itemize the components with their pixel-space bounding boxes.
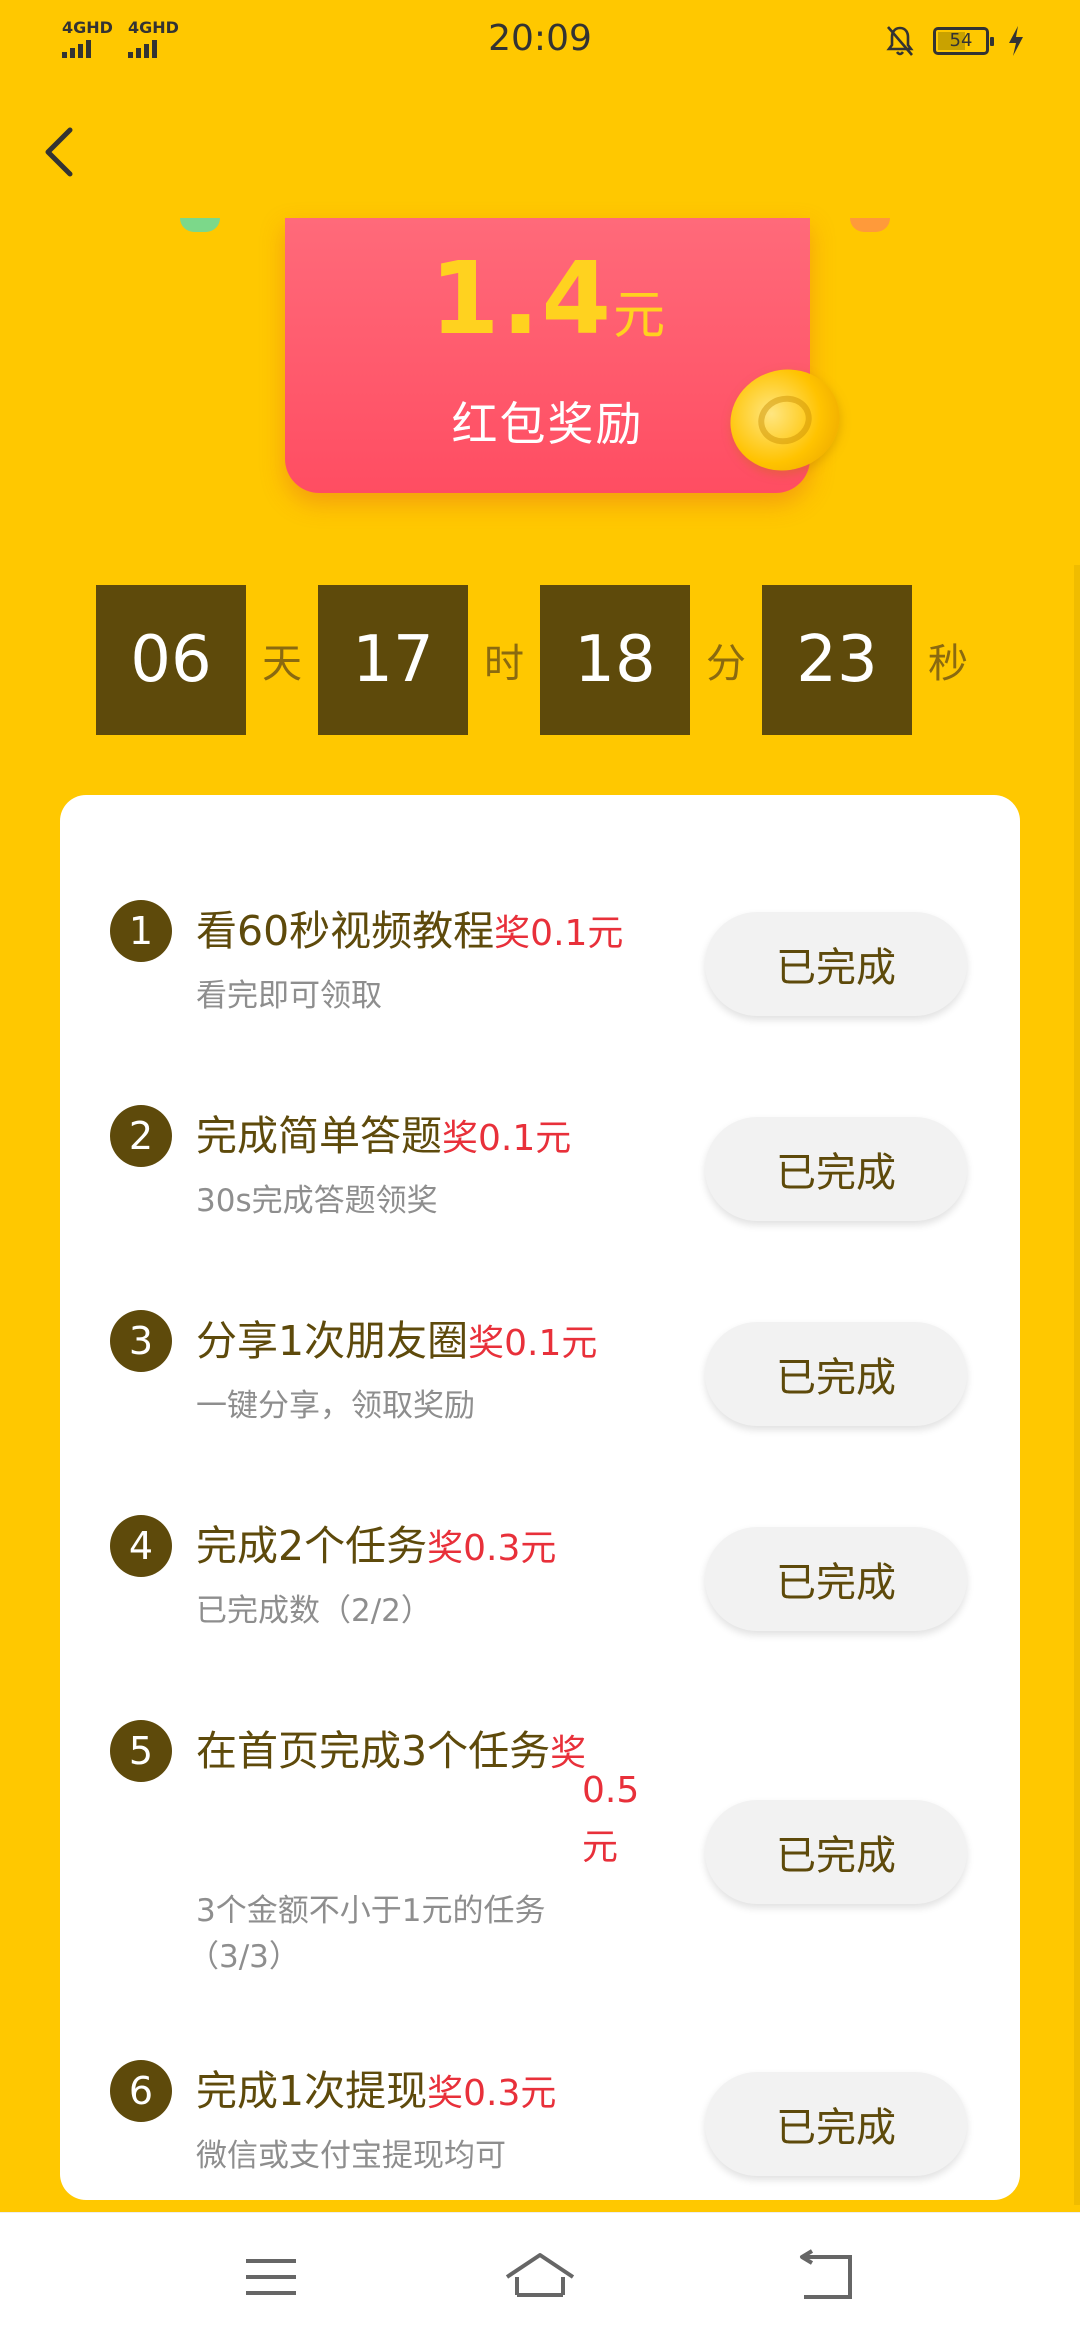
task-title-text: 分享1次朋友圈 xyxy=(196,1317,469,1365)
mute-bell-icon xyxy=(886,26,914,56)
task-reward: 奖0.1元 xyxy=(468,1323,598,1364)
task-reward: 奖0.1元 xyxy=(442,1118,572,1159)
task-title-text: 看60秒视频教程 xyxy=(196,907,495,955)
countdown-hours-unit: 时 xyxy=(484,641,524,687)
countdown-seconds: 23 xyxy=(762,585,912,735)
decoration-dot xyxy=(180,218,220,232)
reward-amount: 1.4元 xyxy=(285,240,810,357)
battery-level: 54 xyxy=(949,30,973,51)
task-subtitle: 已完成数（2/2） xyxy=(196,1593,432,1629)
task-completed-button[interactable]: 已完成 xyxy=(705,1527,967,1631)
task-number-badge: 4 xyxy=(110,1515,172,1577)
back-button[interactable] xyxy=(30,112,90,192)
task-title-text: 完成1次提现 xyxy=(196,2067,428,2115)
task-subtitle: 3个金额不小于1元的任务 xyxy=(196,1893,546,1929)
task-title-text: 完成2个任务 xyxy=(196,1522,428,1570)
battery-icon: 54 xyxy=(933,27,994,55)
decoration-dot xyxy=(850,218,890,232)
return-icon xyxy=(800,2249,852,2299)
countdown-days: 06 xyxy=(96,585,246,735)
task-number-badge: 2 xyxy=(110,1105,172,1167)
reward-amount-unit: 元 xyxy=(613,286,666,346)
red-envelope-card: 1.4元 红包奖励 xyxy=(285,218,810,493)
task-reward: 奖0.3元 xyxy=(427,1528,557,1569)
task-title: 完成简单答题奖0.1元 xyxy=(196,1102,571,1162)
task-reward-unit: 元 xyxy=(582,1827,619,1868)
nav-back-button[interactable] xyxy=(780,2247,870,2307)
task-list-card: 1 看60秒视频教程奖0.1元 看完即可领取 已完成 2 完成简单答题奖0.1元… xyxy=(60,795,1020,2200)
countdown-minutes-unit: 分 xyxy=(706,641,746,687)
task-title: 分享1次朋友圈奖0.1元 xyxy=(196,1307,597,1367)
task-number-badge: 5 xyxy=(110,1720,172,1782)
nav-menu-button[interactable] xyxy=(226,2247,316,2307)
task-reward-amount: 0.5 xyxy=(582,1770,640,1811)
task-reward: 奖0.1元 xyxy=(494,913,624,954)
home-icon xyxy=(505,2253,575,2297)
task-reward-page: 4GHD 4GHD 20:09 54 1.4元 红包奖励 06 天 17 时 1… xyxy=(0,0,1080,2340)
task-completed-button[interactable]: 已完成 xyxy=(705,1800,967,1904)
task-number-badge: 6 xyxy=(110,2060,172,2122)
task-title: 完成1次提现奖0.3元 xyxy=(196,2057,556,2117)
chevron-left-icon xyxy=(45,127,73,177)
status-right: 54 xyxy=(885,24,1025,58)
status-bar: 4GHD 4GHD 20:09 54 xyxy=(0,0,1080,80)
countdown-timer: 06 天 17 时 18 分 23 秒 xyxy=(96,585,984,735)
task-title-text: 在首页完成3个任务 xyxy=(196,1727,551,1775)
menu-icon xyxy=(246,2259,296,2295)
task-number-badge: 3 xyxy=(110,1310,172,1372)
nav-home-button[interactable] xyxy=(495,2247,585,2307)
task-reward: 奖0.3元 xyxy=(427,2073,557,2114)
task-completed-button[interactable]: 已完成 xyxy=(705,2072,967,2176)
scrollbar[interactable] xyxy=(1074,565,1080,2205)
countdown-hours: 17 xyxy=(318,585,468,735)
task-completed-button[interactable]: 已完成 xyxy=(705,1117,967,1221)
task-subtitle: 30s完成答题领奖 xyxy=(196,1183,438,1219)
task-subtitle: 微信或支付宝提现均可 xyxy=(196,2138,506,2174)
task-title: 在首页完成3个任务奖 xyxy=(196,1717,586,1777)
task-title: 看60秒视频教程奖0.1元 xyxy=(196,897,623,957)
countdown-days-unit: 天 xyxy=(262,641,302,687)
task-completed-button[interactable]: 已完成 xyxy=(705,1322,967,1426)
task-progress: （3/3） xyxy=(188,1939,300,1975)
task-completed-button[interactable]: 已完成 xyxy=(705,912,967,1016)
task-title-text: 完成简单答题 xyxy=(196,1112,442,1160)
countdown-minutes: 18 xyxy=(540,585,690,735)
countdown-seconds-unit: 秒 xyxy=(928,641,968,687)
task-subtitle: 看完即可领取 xyxy=(196,978,382,1014)
task-reward: 奖 xyxy=(550,1733,587,1774)
task-number-badge: 1 xyxy=(110,900,172,962)
reward-amount-value: 1.4 xyxy=(429,240,614,357)
task-title: 完成2个任务奖0.3元 xyxy=(196,1512,556,1572)
charging-bolt-icon xyxy=(1009,26,1023,56)
task-subtitle: 一键分享，领取奖励 xyxy=(196,1388,475,1424)
system-nav-bar xyxy=(0,2212,1080,2340)
